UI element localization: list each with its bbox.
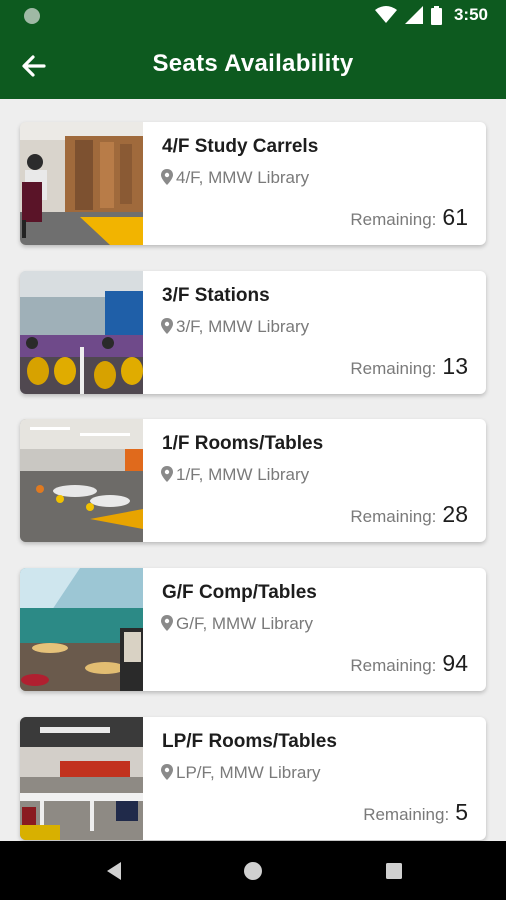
area-photo <box>20 568 143 691</box>
remaining-count: Remaining: 5 <box>363 799 468 826</box>
location-pin-icon <box>161 169 173 185</box>
area-location-text: 4/F, MMW Library <box>176 168 310 187</box>
location-pin-icon <box>161 615 173 631</box>
area-location: 3/F, MMW Library <box>160 317 309 337</box>
remaining-count: Remaining: 61 <box>350 204 468 231</box>
area-title: 4/F Study Carrels <box>162 136 319 157</box>
remaining-count: Remaining: 13 <box>350 353 468 380</box>
area-location: 4/F, MMW Library <box>160 168 309 188</box>
remaining-count: Remaining: 94 <box>350 650 468 677</box>
recents-square-icon[interactable] <box>382 859 406 883</box>
location-pin-icon <box>161 466 173 482</box>
battery-icon <box>430 5 442 25</box>
remaining-label: Remaining: <box>350 359 437 378</box>
area-photo <box>20 419 143 542</box>
seat-area-list[interactable]: 4/F Study Carrels 4/F, MMW Library Remai… <box>0 99 506 841</box>
area-title: 3/F Stations <box>162 285 270 306</box>
status-bar: 3:50 <box>0 0 506 32</box>
area-title: G/F Comp/Tables <box>162 582 317 603</box>
remaining-label: Remaining: <box>363 805 450 824</box>
area-location-text: LP/F, MMW Library <box>176 763 321 782</box>
area-photo <box>20 122 143 245</box>
system-nav-bar <box>0 841 506 900</box>
remaining-value: 61 <box>442 204 468 230</box>
back-triangle-icon[interactable] <box>102 859 126 883</box>
signal-icon <box>404 6 423 24</box>
seat-area-card[interactable]: 3/F Stations 3/F, MMW Library Remaining:… <box>20 271 486 394</box>
area-location: LP/F, MMW Library <box>160 763 321 783</box>
area-photo <box>20 271 143 394</box>
remaining-count: Remaining: 28 <box>350 501 468 528</box>
area-photo <box>20 717 143 840</box>
remaining-value: 5 <box>455 799 468 825</box>
app-bar: Seats Availability <box>0 32 506 99</box>
wifi-icon <box>374 6 397 23</box>
home-circle-icon[interactable] <box>241 859 265 883</box>
location-pin-icon <box>161 764 173 780</box>
page-title: Seats Availability <box>152 50 354 77</box>
remaining-label: Remaining: <box>350 656 437 675</box>
status-icons: 3:50 <box>374 5 488 25</box>
location-pin-icon <box>161 318 173 334</box>
remaining-label: Remaining: <box>350 507 437 526</box>
remaining-value: 28 <box>442 501 468 527</box>
area-location: G/F, MMW Library <box>160 614 313 634</box>
status-time: 3:50 <box>453 5 488 24</box>
notification-dot-icon <box>24 8 40 24</box>
remaining-value: 13 <box>442 353 468 379</box>
area-location-text: 1/F, MMW Library <box>176 465 310 484</box>
seat-area-card[interactable]: G/F Comp/Tables G/F, MMW Library Remaini… <box>20 568 486 691</box>
area-location: 1/F, MMW Library <box>160 465 309 485</box>
area-title: 1/F Rooms/Tables <box>162 433 324 454</box>
seat-area-card[interactable]: 1/F Rooms/Tables 1/F, MMW Library Remain… <box>20 419 486 542</box>
remaining-value: 94 <box>442 650 468 676</box>
seat-area-card[interactable]: 4/F Study Carrels 4/F, MMW Library Remai… <box>20 122 486 245</box>
area-title: LP/F Rooms/Tables <box>162 731 337 752</box>
area-location-text: G/F, MMW Library <box>176 614 313 633</box>
area-location-text: 3/F, MMW Library <box>176 317 310 336</box>
remaining-label: Remaining: <box>350 210 437 229</box>
seat-area-card[interactable]: LP/F Rooms/Tables LP/F, MMW Library Rema… <box>20 717 486 840</box>
